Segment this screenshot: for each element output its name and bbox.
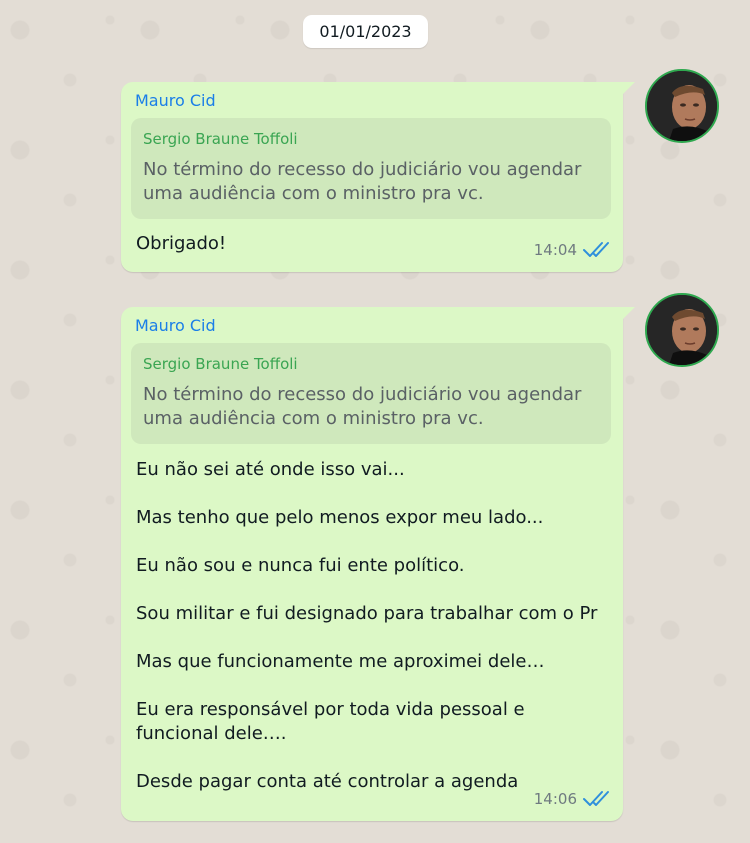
quoted-message[interactable]: Sergio Braune Toffoli No término do rece… [131, 343, 611, 444]
avatar-photo-icon [647, 295, 717, 365]
quoted-message[interactable]: Sergio Braune Toffoli No término do rece… [131, 118, 611, 219]
contact-avatar[interactable] [645, 69, 719, 143]
sender-name[interactable]: Mauro Cid [135, 316, 216, 335]
quoted-author: Sergio Braune Toffoli [143, 355, 298, 373]
double-check-read-icon [583, 791, 609, 806]
double-check-read-icon [583, 242, 609, 257]
message-text: Eu não sei até onde isso vai... Mas tenh… [136, 459, 598, 792]
date-divider-label: 01/01/2023 [319, 22, 412, 41]
message-meta: 14:04 [534, 240, 615, 260]
message-text: Obrigado! [136, 233, 227, 254]
sender-name[interactable]: Mauro Cid [135, 91, 216, 110]
message-meta: 14:06 [534, 789, 615, 809]
message-time: 14:04 [533, 241, 577, 259]
avatar-photo-icon [647, 71, 717, 141]
message-bubble[interactable]: Mauro Cid Sergio Braune Toffoli No térmi… [121, 307, 635, 821]
message-bubble[interactable]: Mauro Cid Sergio Braune Toffoli No térmi… [121, 82, 635, 272]
date-divider: 01/01/2023 [303, 15, 428, 48]
message-time: 14:06 [533, 790, 577, 808]
contact-avatar[interactable] [645, 293, 719, 367]
quoted-text: No término do recesso do judiciário vou … [143, 384, 582, 429]
quoted-text: No término do recesso do judiciário vou … [143, 159, 582, 204]
quoted-author: Sergio Braune Toffoli [143, 130, 298, 148]
